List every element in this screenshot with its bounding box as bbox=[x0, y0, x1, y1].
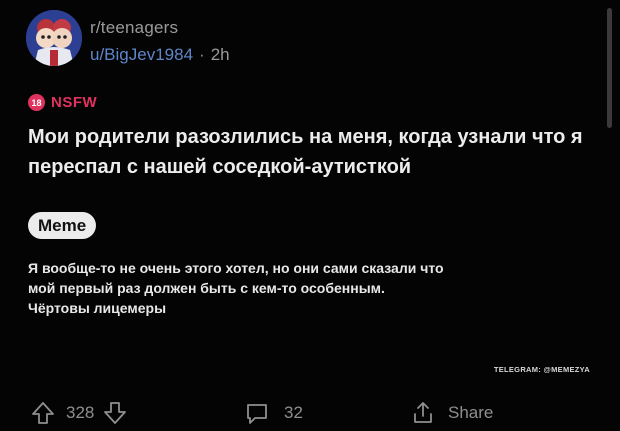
subreddit-avatar[interactable] bbox=[26, 10, 82, 66]
share-button[interactable]: Share bbox=[410, 400, 493, 426]
nsfw-tag: 18 NSFW bbox=[28, 94, 97, 111]
share-label: Share bbox=[448, 403, 494, 422]
post-body-line: Я вообще-то не очень этого хотел, но они… bbox=[28, 260, 444, 276]
post-body: Я вообще-то не очень этого хотел, но они… bbox=[28, 258, 608, 318]
post-age: 2h bbox=[210, 45, 230, 64]
post-view: r/teenagers u/BigJev1984 · 2h 18 NSFW Мои … bbox=[0, 0, 620, 431]
vote-score: 328 bbox=[66, 403, 95, 422]
post-action-bar: 328 32 Share bbox=[0, 400, 620, 431]
meta-separator: · bbox=[199, 45, 205, 64]
vote-group: 328 bbox=[30, 400, 128, 426]
downvote-arrow-icon[interactable] bbox=[102, 400, 128, 426]
comment-bubble-icon bbox=[244, 400, 270, 426]
post-meta: u/BigJev1984 · 2h bbox=[90, 45, 230, 65]
post-title: Мои родители разозлились на меня, когда … bbox=[28, 126, 583, 178]
subreddit-name[interactable]: r/teenagers bbox=[90, 18, 178, 38]
nsfw-18-icon: 18 bbox=[28, 94, 45, 111]
post-body-line: мой первый раз должен быть с кем-то особ… bbox=[28, 280, 385, 296]
scrollbar[interactable] bbox=[607, 8, 612, 128]
upvote-arrow-icon[interactable] bbox=[30, 400, 56, 426]
share-icon bbox=[410, 400, 436, 426]
watermark: TELEGRAM: @MEMEZYA bbox=[493, 365, 590, 374]
comment-count: 32 bbox=[284, 403, 303, 422]
subreddit-avatar-image bbox=[26, 10, 82, 66]
comments-button[interactable]: 32 bbox=[244, 400, 303, 426]
post-body-line: Чёртовы лицемеры bbox=[28, 300, 167, 316]
post-flair[interactable]: Meme bbox=[28, 212, 97, 239]
author-link[interactable]: u/BigJev1984 bbox=[90, 45, 193, 64]
nsfw-label: NSFW bbox=[51, 94, 98, 111]
